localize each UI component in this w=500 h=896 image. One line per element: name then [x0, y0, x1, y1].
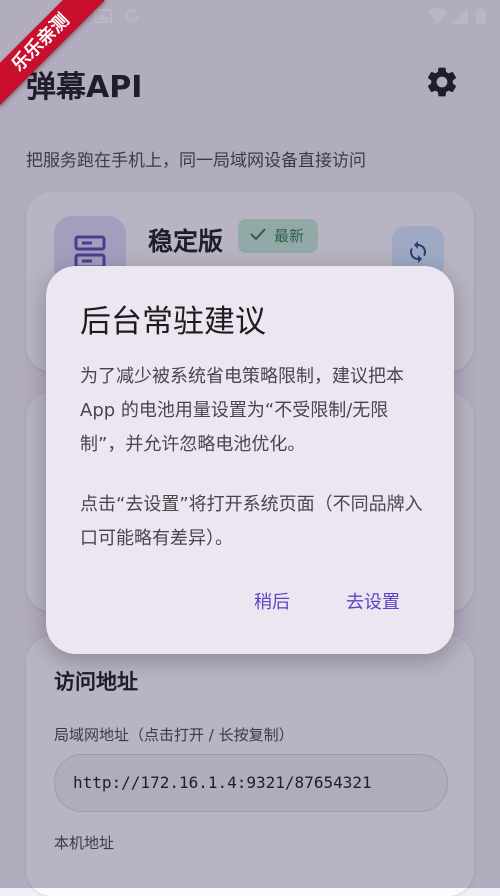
- dialog-body: 为了减少被系统省电策略限制，建议把本 App 的电池用量设置为“不受限制/无限制…: [80, 360, 430, 556]
- dialog-paragraph-2: 点击“去设置”将打开系统页面（不同品牌入口可能略有差异）。: [80, 494, 423, 549]
- go-to-settings-button[interactable]: 去设置: [346, 588, 400, 614]
- dialog-paragraph-1: 为了减少被系统省电策略限制，建议把本 App 的电池用量设置为“不受限制/无限制…: [80, 366, 404, 455]
- later-button[interactable]: 稍后: [254, 588, 290, 614]
- battery-dialog: 后台常驻建议 为了减少被系统省电策略限制，建议把本 App 的电池用量设置为“不…: [46, 266, 454, 654]
- dialog-title: 后台常驻建议: [80, 304, 266, 340]
